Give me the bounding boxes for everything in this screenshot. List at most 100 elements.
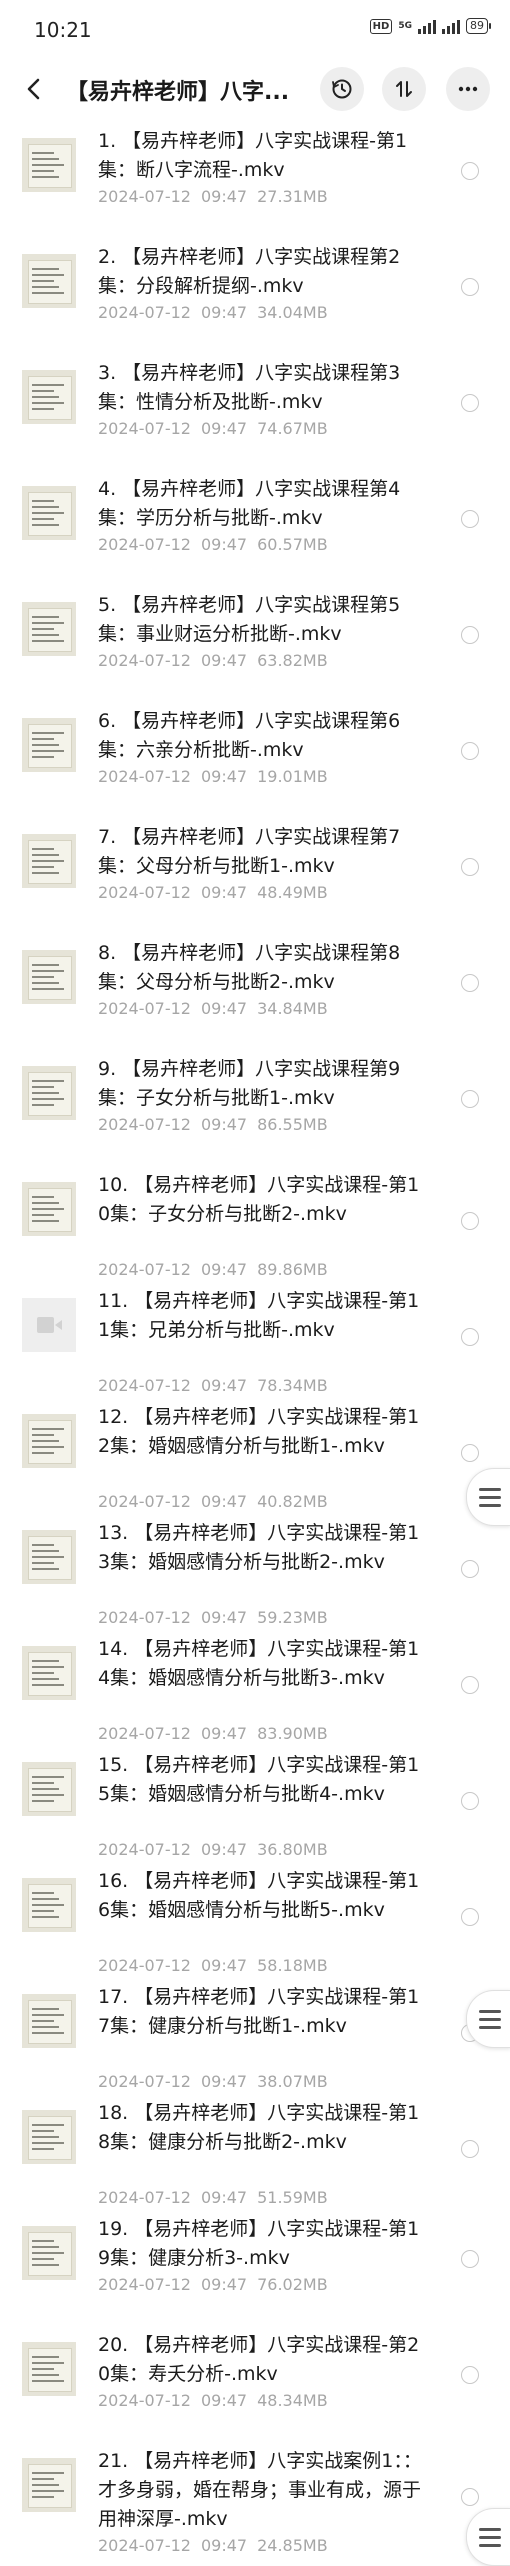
- select-radio[interactable]: [461, 1676, 479, 1694]
- file-row[interactable]: 21. 【易卉梓老师】八字实战案例1：：才多身弱，婚在帮身；事业有成，源于用神深…: [0, 2440, 510, 2556]
- file-row[interactable]: 4. 【易卉梓老师】八字实战课程第4集：学历分析与批断-.mkv 2024-07-…: [0, 468, 510, 584]
- file-meta: 2024-07-12 09:47 48.34MB: [98, 2391, 338, 2410]
- sort-button[interactable]: [382, 67, 426, 111]
- file-time: 09:47: [200, 187, 248, 206]
- select-radio[interactable]: [461, 1328, 479, 1346]
- select-radio[interactable]: [461, 1444, 479, 1462]
- file-size: 48.49MB: [257, 883, 328, 902]
- file-row[interactable]: 6. 【易卉梓老师】八字实战课程第6集：六亲分析批断-.mkv 2024-07-1…: [0, 700, 510, 816]
- select-radio[interactable]: [461, 510, 479, 528]
- back-button[interactable]: [20, 74, 50, 104]
- status-bar: 10:21 HD 5G 89: [0, 0, 510, 62]
- file-size: 76.02MB: [257, 2275, 328, 2294]
- file-meta: 2024-07-12 09:47 27.31MB: [98, 187, 338, 206]
- file-date: 2024-07-12: [98, 419, 191, 438]
- file-time: 09:47: [200, 1956, 248, 1975]
- file-date: 2024-07-12: [98, 767, 191, 786]
- file-thumbnail: [22, 602, 76, 656]
- file-time: 09:47: [200, 1608, 248, 1627]
- file-row[interactable]: 13. 【易卉梓老师】八字实战课程-第13集：婚姻感情分析与批断2-.mkv 20…: [0, 1512, 510, 1628]
- file-size: 19.01MB: [257, 767, 328, 786]
- file-time: 09:47: [200, 1376, 248, 1395]
- file-time: 09:47: [200, 883, 248, 902]
- file-date: 2024-07-12: [98, 1840, 191, 1859]
- file-row[interactable]: 18. 【易卉梓老师】八字实战课程-第18集：健康分析与批断2-.mkv 2024…: [0, 2092, 510, 2208]
- floating-menu-button-3[interactable]: [466, 2508, 510, 2566]
- select-radio[interactable]: [461, 858, 479, 876]
- file-row[interactable]: 11. 【易卉梓老师】八字实战课程-第11集：兄弟分析与批断-.mkv 2024-…: [0, 1280, 510, 1396]
- file-meta: 2024-07-12 09:47 24.85MB: [98, 2536, 338, 2555]
- file-row[interactable]: 15. 【易卉梓老师】八字实战课程-第15集：婚姻感情分析与批断4-.mkv 20…: [0, 1744, 510, 1860]
- file-thumbnail: [22, 1762, 76, 1816]
- select-radio[interactable]: [461, 1090, 479, 1108]
- file-row[interactable]: 7. 【易卉梓老师】八字实战课程第7集：父母分析与批断1-.mkv 2024-07…: [0, 816, 510, 932]
- file-meta: 2024-07-12 09:47 59.23MB: [98, 1608, 338, 1627]
- select-radio[interactable]: [461, 626, 479, 644]
- file-row[interactable]: 16. 【易卉梓老师】八字实战课程-第16集：婚姻感情分析与批断5-.mkv 20…: [0, 1860, 510, 1976]
- file-row[interactable]: 17. 【易卉梓老师】八字实战课程-第17集：健康分析与批断1-.mkv 2024…: [0, 1976, 510, 2092]
- file-row[interactable]: 19. 【易卉梓老师】八字实战课程-第19集：健康分析3-.mkv 2024-07…: [0, 2208, 510, 2324]
- file-meta: 2024-07-12 09:47 48.49MB: [98, 883, 338, 902]
- hd-badge: HD: [369, 18, 393, 34]
- file-row[interactable]: 5. 【易卉梓老师】八字实战课程第5集：事业财运分析批断-.mkv 2024-07…: [0, 584, 510, 700]
- file-row[interactable]: 2. 【易卉梓老师】八字实战课程第2集：分段解析提纲-.mkv 2024-07-1…: [0, 236, 510, 352]
- file-row[interactable]: 14. 【易卉梓老师】八字实战课程-第14集：婚姻感情分析与批断3-.mkv 20…: [0, 1628, 510, 1744]
- select-radio[interactable]: [461, 2140, 479, 2158]
- history-button[interactable]: [320, 67, 364, 111]
- select-radio[interactable]: [461, 742, 479, 760]
- file-thumbnail: [22, 834, 76, 888]
- more-button[interactable]: [446, 67, 490, 111]
- file-row[interactable]: 9. 【易卉梓老师】八字实战课程第9集：子女分析与批断1-.mkv 2024-07…: [0, 1048, 510, 1164]
- file-time: 09:47: [200, 2072, 248, 2091]
- file-date: 2024-07-12: [98, 2536, 191, 2555]
- file-thumbnail: [22, 1530, 76, 1584]
- select-radio[interactable]: [461, 1212, 479, 1230]
- file-time: 09:47: [200, 1492, 248, 1511]
- select-radio[interactable]: [461, 1792, 479, 1810]
- file-meta: 2024-07-12 09:47 74.67MB: [98, 419, 338, 438]
- file-date: 2024-07-12: [98, 1260, 191, 1279]
- file-date: 2024-07-12: [98, 187, 191, 206]
- select-radio[interactable]: [461, 1908, 479, 1926]
- file-name: 18. 【易卉梓老师】八字实战课程-第18集：健康分析与批断2-.mkv: [98, 2102, 420, 2153]
- file-date: 2024-07-12: [98, 1115, 191, 1134]
- file-row[interactable]: 10. 【易卉梓老师】八字实战课程-第10集：子女分析与批断2-.mkv 2024…: [0, 1164, 510, 1280]
- file-meta: 2024-07-12 09:47 34.84MB: [98, 999, 338, 1018]
- select-radio[interactable]: [461, 974, 479, 992]
- file-thumbnail: [22, 1414, 76, 1468]
- file-meta: 2024-07-12 09:47 36.80MB: [98, 1840, 338, 1859]
- file-date: 2024-07-12: [98, 1956, 191, 1975]
- select-radio[interactable]: [461, 162, 479, 180]
- file-meta: 2024-07-12 09:47 78.34MB: [98, 1376, 338, 1395]
- file-meta: 2024-07-12 09:47 60.57MB: [98, 535, 338, 554]
- file-row[interactable]: 1. 【易卉梓老师】八字实战课程-第1集：断八字流程-.mkv 2024-07-1…: [0, 120, 510, 236]
- arrow-left-icon: [27, 78, 40, 100]
- file-row[interactable]: 20. 【易卉梓老师】八字实战课程-第20集：寿夭分析-.mkv 2024-07-…: [0, 2324, 510, 2440]
- file-size: 27.31MB: [257, 187, 328, 206]
- file-size: 51.59MB: [257, 2188, 328, 2207]
- file-size: 36.80MB: [257, 1840, 328, 1859]
- select-radio[interactable]: [461, 1560, 479, 1578]
- file-time: 09:47: [200, 303, 248, 322]
- file-size: 74.67MB: [257, 419, 328, 438]
- file-size: 78.34MB: [257, 1376, 328, 1395]
- file-date: 2024-07-12: [98, 999, 191, 1018]
- file-meta: 2024-07-12 09:47 83.90MB: [98, 1724, 338, 1743]
- signal-icon: [418, 18, 436, 34]
- select-radio[interactable]: [461, 278, 479, 296]
- file-thumbnail: [22, 370, 76, 424]
- select-radio[interactable]: [461, 2488, 479, 2506]
- file-row[interactable]: 8. 【易卉梓老师】八字实战课程第8集：父母分析与批断2-.mkv 2024-07…: [0, 932, 510, 1048]
- file-row[interactable]: 12. 【易卉梓老师】八字实战课程-第12集：婚姻感情分析与批断1-.mkv 20…: [0, 1396, 510, 1512]
- file-row[interactable]: 3. 【易卉梓老师】八字实战课程第3集：性情分析及批断-.mkv 2024-07-…: [0, 352, 510, 468]
- file-name: 14. 【易卉梓老师】八字实战课程-第14集：婚姻感情分析与批断3-.mkv: [98, 1638, 420, 1689]
- file-size: 38.07MB: [257, 2072, 328, 2091]
- more-dots-icon: [458, 86, 478, 92]
- select-radio[interactable]: [461, 2250, 479, 2268]
- file-thumbnail: [22, 1182, 76, 1236]
- select-radio[interactable]: [461, 394, 479, 412]
- select-radio[interactable]: [461, 2366, 479, 2384]
- file-size: 86.55MB: [257, 1115, 328, 1134]
- file-meta: 2024-07-12 09:47 40.82MB: [98, 1492, 338, 1511]
- file-time: 09:47: [200, 1840, 248, 1859]
